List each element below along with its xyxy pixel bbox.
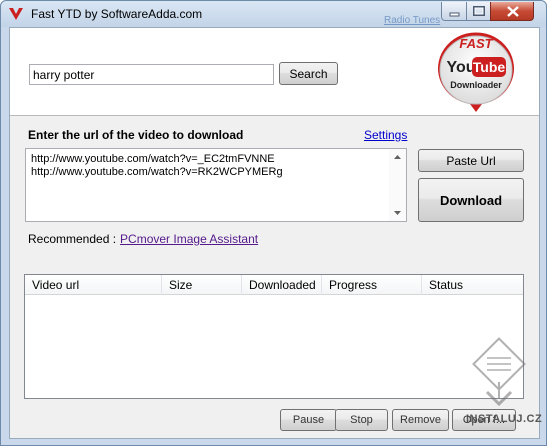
recommended-link[interactable]: PCmover Image Assistant [120, 232, 258, 246]
column-header-downloaded[interactable]: Downloaded [242, 275, 322, 295]
column-header-status[interactable]: Status [422, 275, 523, 295]
app-window: Fast YTD by SoftwareAdda.com Radio Tunes… [0, 0, 547, 446]
logo-text-fast: FAST [459, 36, 493, 51]
recommended-row: Recommended : PCmover Image Assistant [28, 232, 258, 246]
settings-link[interactable]: Settings [364, 128, 407, 142]
column-header-video-url[interactable]: Video url [25, 275, 162, 295]
minimize-button[interactable] [441, 2, 467, 21]
maximize-icon [473, 6, 485, 16]
downloads-list-header: Video url Size Downloaded Progress Statu… [25, 275, 523, 295]
recommended-label: Recommended : [28, 232, 117, 246]
logo-text-downloader: Downloader [450, 80, 502, 90]
downloads-list[interactable]: Video url Size Downloaded Progress Statu… [24, 274, 524, 399]
logo-text-tube: Tube [473, 59, 506, 75]
url-textarea[interactable]: http://www.youtube.com/watch?v=_EC2tmFVN… [25, 148, 407, 222]
title-bar[interactable]: Fast YTD by SoftwareAdda.com Radio Tunes [1, 1, 546, 27]
scroll-down-icon[interactable] [389, 207, 406, 219]
app-logo-icon [9, 8, 23, 20]
search-button[interactable]: Search [279, 62, 338, 85]
url-input-label: Enter the url of the video to download [28, 128, 244, 142]
close-icon [507, 6, 519, 17]
watermark-text: INSTALUJ.CZ [466, 413, 543, 425]
background-link-fragment: Radio Tunes [384, 15, 441, 26]
paste-url-button[interactable]: Paste Url [418, 149, 524, 172]
search-input[interactable] [29, 64, 274, 85]
url-line-1: http://www.youtube.com/watch?v=_EC2tmFVN… [31, 153, 275, 165]
remove-button[interactable]: Remove [392, 409, 449, 431]
close-button[interactable] [490, 2, 534, 21]
stop-button[interactable]: Stop [335, 409, 388, 431]
minimize-icon [449, 12, 460, 17]
pause-button[interactable]: Pause [280, 409, 337, 431]
column-header-progress[interactable]: Progress [322, 275, 422, 295]
logo-text-you: You [446, 59, 475, 76]
url-scrollbar[interactable] [389, 149, 406, 221]
url-line-2: http://www.youtube.com/watch?v=RK2WCPYME… [31, 166, 283, 178]
search-panel: Search FAST You Tube Downloader [10, 28, 539, 116]
window-title: Fast YTD by SoftwareAdda.com [31, 7, 203, 21]
maximize-button[interactable] [466, 2, 491, 21]
column-header-size[interactable]: Size [162, 275, 242, 295]
scroll-up-icon[interactable] [389, 151, 406, 163]
download-button[interactable]: Download [418, 178, 524, 222]
fast-youtube-downloader-logo: FAST You Tube Downloader [438, 32, 514, 113]
